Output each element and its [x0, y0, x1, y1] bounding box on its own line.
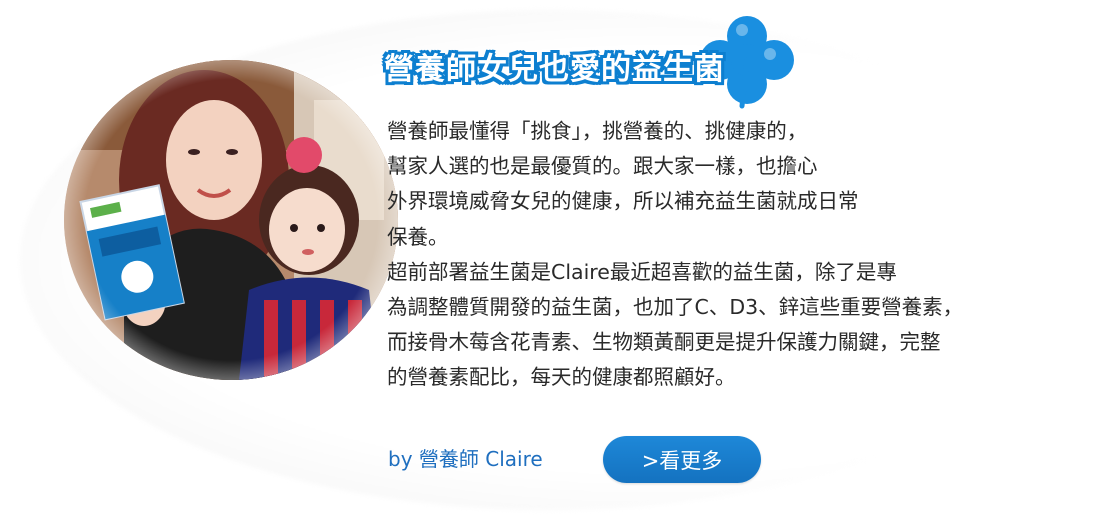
body-line: 而接骨木莓含花青素、生物類黃酮更是提升保護力關鍵，完整	[387, 330, 941, 355]
body-line: 幫家人選的也是最優質的。跟大家一樣，也擔心	[387, 154, 818, 179]
see-more-button[interactable]: >看更多	[603, 436, 761, 483]
body-line: 超前部署益生菌是Claire最近超喜歡的益生菌，除了是專	[387, 259, 897, 284]
body-line: 外界環境威脅女兒的健康，所以補充益生菌就成日常	[387, 189, 859, 214]
article-body: 營養師最懂得「挑食」，挑營養的、挑健康的， 幫家人選的也是最優質的。跟大家一樣，…	[387, 114, 1087, 396]
photo-vignette	[64, 60, 398, 380]
body-line: 營養師最懂得「挑食」，挑營養的、挑健康的，	[387, 119, 808, 143]
author-byline: by 營養師 Claire	[388, 447, 543, 471]
promo-card: 營養師女兒也愛的益生菌 營養師最懂得「挑食」，挑營養的、挑健康的， 幫家人選的也…	[0, 0, 1094, 522]
title-banner: 營養師女兒也愛的益生菌	[380, 14, 810, 109]
nutritionist-photo	[64, 60, 398, 380]
page-title: 營養師女兒也愛的益生菌	[384, 52, 725, 87]
body-line: 保養。	[387, 224, 449, 249]
body-line: 為調整體質開發的益生菌，也加了C、D3、鋅這些重要營養素，	[387, 295, 964, 320]
body-line: 的營養素配比，每天的健康都照顧好。	[387, 365, 736, 390]
